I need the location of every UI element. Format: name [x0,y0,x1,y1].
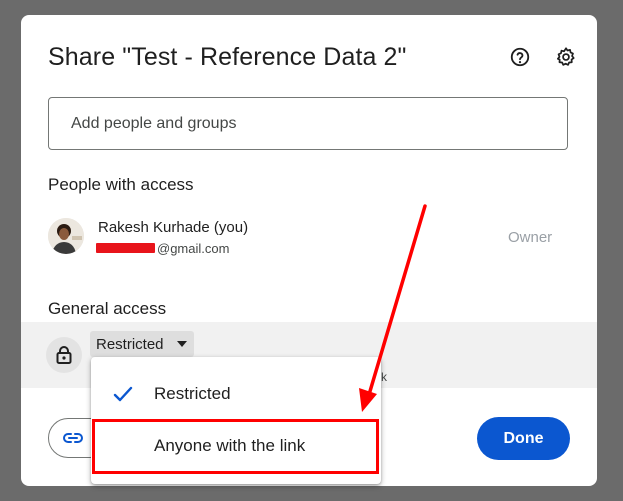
user-photo-icon [48,218,84,254]
link-icon [63,433,83,443]
done-button[interactable]: Done [477,417,570,460]
person-role: Owner [508,229,553,246]
lock-icon [56,346,72,364]
dropdown-option-label: Anyone with the link [154,436,306,455]
general-access-dropdown: Restricted Anyone with the link [91,357,381,484]
settings-button[interactable] [554,45,578,69]
dropdown-option-anyone-with-link[interactable]: Anyone with the link [91,420,381,472]
email-redaction-mark [96,243,155,253]
check-icon [113,386,133,402]
people-with-access-heading: People with access [48,175,194,194]
general-access-select[interactable]: Restricted [90,331,194,357]
person-email-domain: @gmail.com [157,241,230,256]
lock-badge [46,337,82,373]
dropdown-option-restricted[interactable]: Restricted [91,368,381,420]
caret-down-icon [176,341,187,347]
general-access-heading: General access [48,299,167,318]
add-people-input[interactable] [48,97,568,150]
gear-icon [556,47,575,66]
person-name: Rakesh Kurhade (you) [98,219,249,236]
general-access-description: k [381,370,387,384]
general-access-selected: Restricted [96,335,164,353]
dropdown-option-label: Restricted [154,384,231,403]
dialog-title: Share "Test - Reference Data 2" [48,43,407,71]
help-circle-icon [510,47,530,67]
avatar [48,218,84,254]
help-button[interactable] [508,45,532,69]
